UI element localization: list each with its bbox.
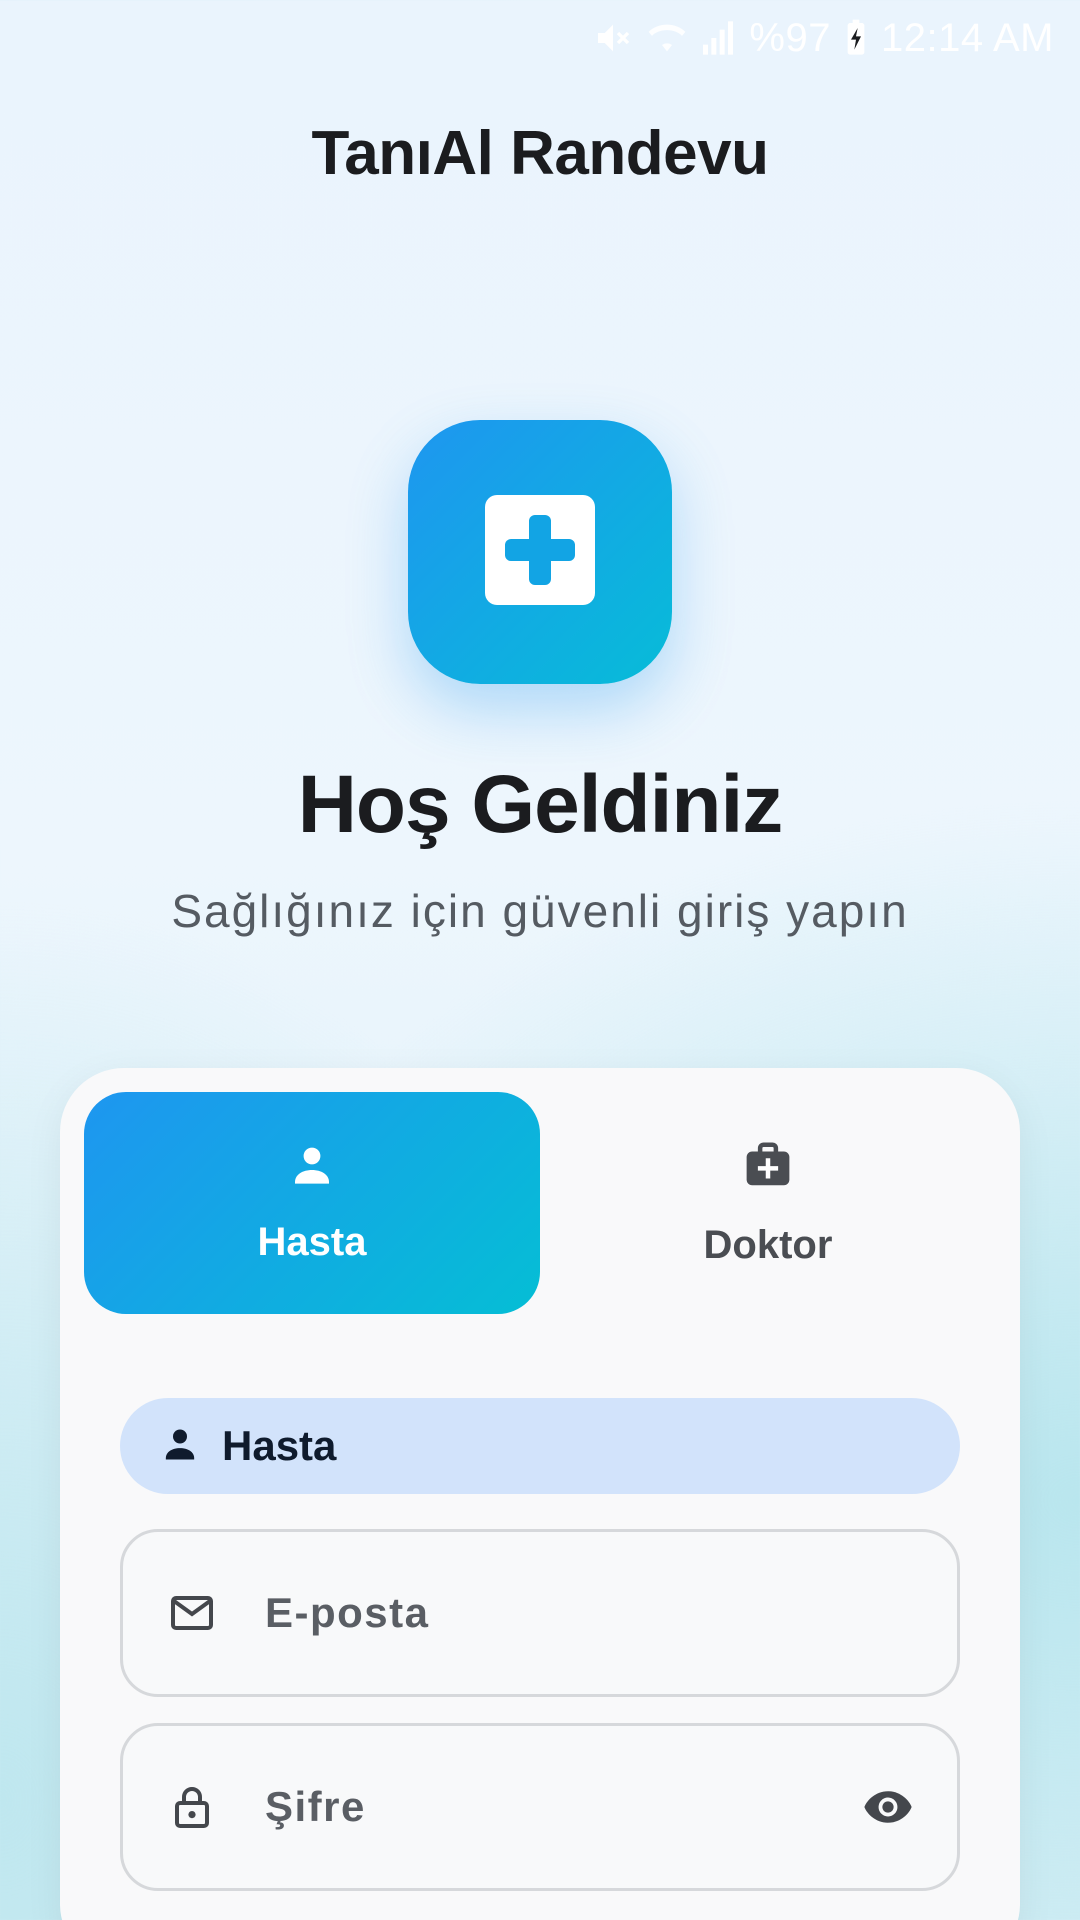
person-icon	[288, 1141, 336, 1194]
medical-cross-icon	[485, 494, 595, 610]
wifi-icon	[647, 18, 687, 58]
person-icon	[160, 1424, 200, 1469]
chip-label: Hasta	[222, 1422, 337, 1469]
mail-icon	[167, 1589, 217, 1637]
email-input[interactable]	[265, 1589, 825, 1637]
password-input[interactable]	[265, 1783, 825, 1831]
battery-percentage: %97	[749, 15, 831, 60]
password-field[interactable]	[120, 1723, 960, 1891]
eye-icon[interactable]	[861, 1780, 915, 1834]
lock-icon	[167, 1783, 217, 1831]
signal-icon	[701, 18, 735, 58]
status-time: 12:14 AM	[880, 15, 1054, 60]
tab-hasta[interactable]: Hasta	[84, 1092, 540, 1314]
tab-doktor[interactable]: Doktor	[540, 1092, 996, 1314]
battery-charging-icon	[845, 18, 867, 58]
welcome-title: Hoş Geldiniz	[297, 759, 784, 850]
welcome-subtitle: Sağlığınız için güvenli giriş yapın	[171, 885, 909, 937]
login-card: Hasta Doktor Hasta	[60, 1068, 1020, 1920]
status-bar: %97 12:14 AM	[0, 0, 1080, 76]
selected-role-chip: Hasta	[120, 1398, 960, 1494]
tab-label: Hasta	[257, 1220, 367, 1264]
mute-icon	[593, 18, 633, 58]
app-logo	[408, 420, 672, 684]
medical-bag-icon	[741, 1138, 795, 1197]
email-field[interactable]	[120, 1529, 960, 1697]
app-title: TanıAl Randevu	[311, 119, 769, 188]
tab-label: Doktor	[703, 1223, 833, 1267]
